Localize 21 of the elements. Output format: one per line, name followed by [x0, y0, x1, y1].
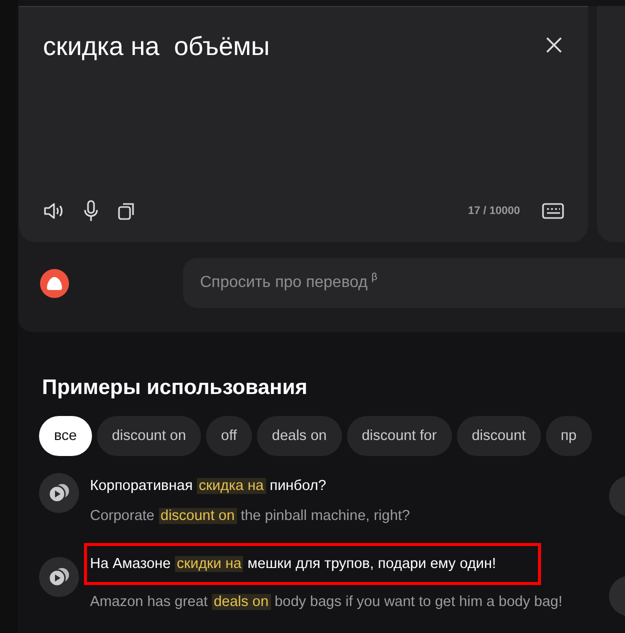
filter-chip[interactable]: пр	[546, 416, 592, 456]
filter-chip[interactable]: off	[206, 416, 252, 456]
copy-icon[interactable]	[117, 201, 137, 221]
example-translation: Amazon has great deals on body bags if you want to get him a body bag!	[90, 593, 564, 612]
ask-field[interactable]: Спросить про перевод $^{β}$	[183, 258, 625, 308]
filter-chip[interactable]: deals on	[256, 416, 342, 456]
section-title: Примеры использования	[42, 376, 308, 400]
speaker-icon[interactable]	[43, 201, 65, 221]
source-text[interactable]: скидка на объёмы	[43, 31, 270, 200]
character-counter: 17 / 10000	[468, 205, 520, 217]
example-sentence: На Амазоне скидки на мешки для трупов, подари ему один!	[90, 555, 498, 574]
filter-chip[interactable]: discount	[456, 416, 541, 456]
keyboard-icon[interactable]	[542, 203, 564, 219]
close-icon[interactable]	[544, 35, 564, 55]
assistant-logo-icon[interactable]	[40, 268, 69, 298]
example-translation: Corporate discount on the pinball machine, right?	[90, 507, 411, 526]
microphone-icon[interactable]	[83, 200, 99, 222]
example-sentence: Корпоративная скидка на пинбол?	[90, 477, 328, 496]
filter-chip[interactable]: discount on	[96, 416, 202, 456]
filter-chip[interactable]: discount for	[346, 416, 452, 456]
filter-chip[interactable]: все	[39, 416, 92, 456]
